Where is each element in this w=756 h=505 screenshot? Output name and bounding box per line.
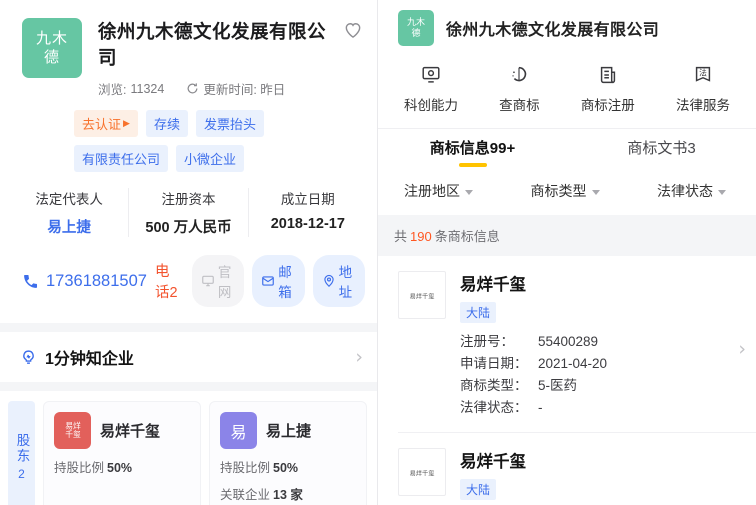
related-companies-line: 关联企业13 家 [220, 484, 356, 503]
shareholder-card[interactable]: 易 易上捷 持股比例50% 关联企业13 家 [209, 401, 367, 505]
stat-legal-rep: 法定代表人 易上捷 [10, 188, 128, 237]
trademark-details: 注册号：55400289 申请日期：2021-04-20 商标类型：5-医药 法… [460, 331, 742, 419]
shareholder-name[interactable]: 易烊千玺 [100, 420, 160, 441]
company-name: 徐州九木德文化发展有限公司 [98, 18, 343, 70]
favorite-heart-icon[interactable] [343, 20, 363, 40]
avatar: 易 [220, 412, 257, 449]
feature-nav: 科创能力 查商标 商标注册 [378, 54, 756, 128]
trademark-panel-header: 九木德 徐州九木德文化发展有限公司 [378, 0, 756, 54]
legal-rep-name[interactable]: 易上捷 [10, 216, 128, 237]
shareholders-count: 2 [18, 467, 25, 481]
active-tab-underline [459, 163, 487, 167]
chevron-right-icon: › [355, 348, 363, 367]
trademark-panel: 九木德 徐州九木德文化发展有限公司 科创能力 查商标 [378, 0, 756, 505]
caret-down-icon [592, 190, 600, 195]
nav-legal-service[interactable]: 法 法律服务 [676, 64, 730, 114]
share-ratio-line: 持股比例50% [220, 457, 356, 476]
avatar: 易烊 千玺 [54, 412, 91, 449]
trademark-title: 易烊千玺 [460, 271, 742, 295]
mail-icon [261, 274, 275, 288]
chevron-right-icon: › [738, 340, 746, 359]
company-profile-panel: 九木 德 徐州九木德文化发展有限公司 浏览: 11324 [0, 0, 378, 505]
shareholder-card[interactable]: 易烊 千玺 易烊千玺 持股比例50% [43, 401, 201, 505]
location-pin-icon [322, 274, 336, 288]
invoice-tag[interactable]: 发票抬头 [196, 110, 264, 137]
shareholder-name[interactable]: 易上捷 [266, 420, 311, 441]
trademark-tabs: 商标信息99+ 商标文书3 [378, 129, 756, 175]
stat-registered-capital: 注册资本 500 万人民币 [128, 188, 247, 237]
monitor-icon [201, 274, 215, 288]
trademark-item[interactable]: 易烊千玺 易烊千玺 大陆 注册号：55373043 申请日期：2021-04-2… [398, 432, 756, 505]
share-ratio-line: 持股比例50% [54, 457, 190, 476]
website-button: 官网 [192, 255, 244, 307]
trademark-count: 190 [410, 229, 432, 244]
registered-capital-value: 500 万人民币 [129, 216, 247, 237]
status-tag[interactable]: 存续 [146, 110, 188, 137]
phone2-link[interactable]: 电话2 [155, 260, 184, 302]
filter-legal-status[interactable]: 法律状态 [657, 181, 726, 201]
email-button[interactable]: 邮箱 [252, 255, 304, 307]
company-meta: 浏览: 11324 更新时间: 昨日 [98, 79, 363, 98]
region-badge: 大陆 [460, 479, 496, 500]
app-window: 九木 德 徐州九木德文化发展有限公司 浏览: 11324 [0, 0, 756, 505]
phone-icon [22, 273, 39, 290]
phone-number[interactable]: 17361881507 [46, 272, 147, 291]
founded-date-value: 2018-12-17 [249, 216, 367, 232]
trademark-thumbnail: 易烊千玺 [398, 448, 446, 496]
region-badge: 大陆 [460, 302, 496, 323]
views-count: 11324 [130, 82, 164, 96]
nav-trademark-search[interactable]: 查商标 [499, 64, 540, 114]
document-icon [597, 64, 619, 86]
refresh-icon [186, 82, 199, 95]
update-time: 更新时间: 昨日 [203, 79, 285, 98]
filter-type[interactable]: 商标类型 [531, 181, 600, 201]
bulb-icon [20, 349, 37, 366]
company-logo: 九木 德 [22, 18, 82, 78]
shareholders-tab[interactable]: 股东 2 [8, 401, 35, 505]
trademark-filters: 注册地区 商标类型 法律状态 [378, 175, 756, 215]
contact-row: 17361881507 电话2 官网 邮箱 [0, 251, 377, 323]
filter-region[interactable]: 注册地区 [404, 181, 473, 201]
company-stats: 法定代表人 易上捷 注册资本 500 万人民币 成立日期 2018-12-17 [0, 172, 377, 251]
registration-number: 55400289 [538, 331, 598, 353]
views-label: 浏览: [98, 79, 126, 98]
trademark-title: 易烊千玺 [460, 448, 742, 472]
magnifier-icon [508, 64, 530, 86]
tab-trademark-documents[interactable]: 商标文书3 [567, 129, 756, 175]
company-header: 九木 德 徐州九木德文化发展有限公司 浏览: 11324 [0, 0, 377, 172]
trademark-item[interactable]: 易烊千玺 易烊千玺 大陆 注册号：55400289 申请日期：2021-04-2… [378, 256, 756, 432]
address-button[interactable]: 地址 [313, 255, 365, 307]
tab-trademark-info[interactable]: 商标信息99+ [378, 129, 567, 175]
verify-tag[interactable]: 去认证▶ [74, 110, 138, 137]
shareholders-section: 股东 2 易烊 千玺 易烊千玺 持股比例50% 易 易上捷 持股比例50% [8, 401, 367, 505]
company-logo-text: 九木 [36, 29, 68, 48]
caret-down-icon [718, 190, 726, 195]
stat-founded-date: 成立日期 2018-12-17 [248, 188, 367, 237]
quick-know-row[interactable]: 1分钟知企业 › [0, 332, 377, 382]
quick-know-title: 1分钟知企业 [45, 345, 134, 369]
legal-status: - [538, 397, 543, 419]
company-logo-text2: 德 [44, 48, 60, 67]
section-divider [0, 382, 377, 391]
monitor-circle-icon [420, 64, 442, 86]
company-logo-small: 九木德 [398, 10, 434, 46]
section-divider [0, 323, 377, 332]
svg-text:法: 法 [699, 67, 707, 77]
law-badge-icon: 法 [692, 64, 714, 86]
trademark-thumbnail: 易烊千玺 [398, 271, 446, 319]
company-type-tag[interactable]: 有限责任公司 [74, 145, 168, 172]
verify-arrow-icon: ▶ [123, 118, 130, 129]
caret-down-icon [465, 190, 473, 195]
nav-tech-capability[interactable]: 科创能力 [404, 64, 458, 114]
nav-trademark-register[interactable]: 商标注册 [581, 64, 635, 114]
trademark-class: 5-医药 [538, 375, 577, 397]
micro-enterprise-tag[interactable]: 小微企业 [176, 145, 244, 172]
company-name-small: 徐州九木德文化发展有限公司 [446, 16, 659, 40]
trademark-count-bar: 共190条商标信息 [378, 215, 756, 256]
company-tags: 去认证▶ 存续 发票抬头 有限责任公司 小微企业 [74, 110, 363, 172]
application-date: 2021-04-20 [538, 353, 607, 375]
